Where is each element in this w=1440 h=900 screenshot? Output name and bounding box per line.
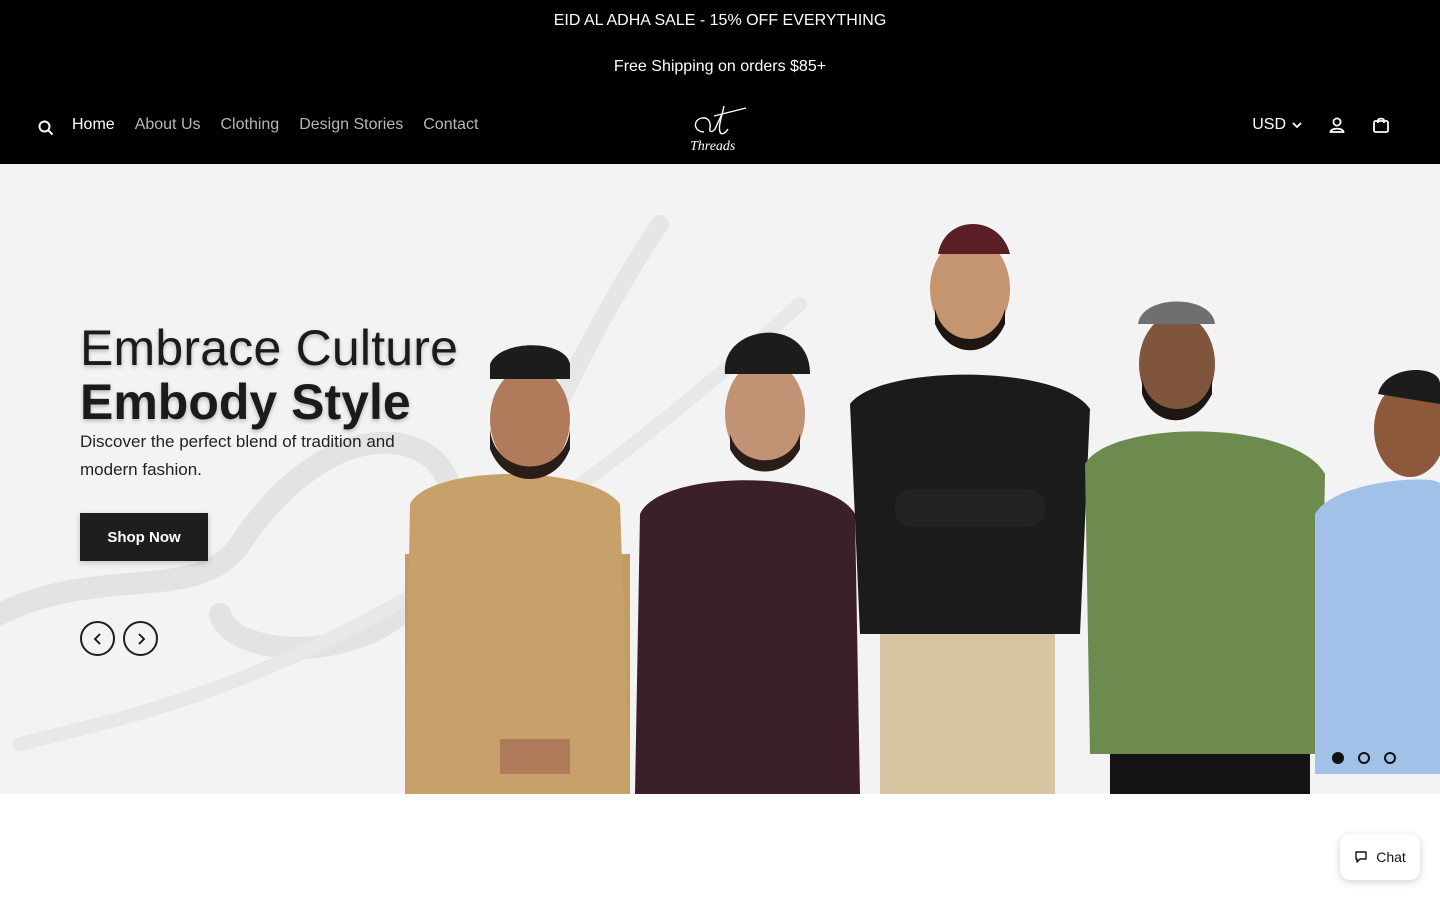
hero-title: Embrace Culture Embody Style bbox=[80, 321, 458, 429]
chat-label: Chat bbox=[1376, 849, 1406, 865]
chevron-right-icon bbox=[137, 632, 145, 645]
nav-contact[interactable]: Contact bbox=[423, 116, 478, 134]
hero-title-line1: Embrace Culture bbox=[80, 320, 459, 377]
announcement-bar: EID AL ADHA SALE - 15% OFF EVERYTHING Fr… bbox=[0, 0, 1440, 92]
shopping-bag-icon[interactable] bbox=[1372, 116, 1390, 134]
user-icon[interactable] bbox=[1328, 116, 1346, 134]
slide-pagination bbox=[1332, 752, 1396, 764]
slide-dot-2[interactable] bbox=[1358, 752, 1370, 764]
model-blue-kurta bbox=[1315, 370, 1440, 774]
hero-slideshow: Embrace Culture Embody Style Discover th… bbox=[0, 164, 1440, 794]
main-nav: Home About Us Clothing Design Stories Co… bbox=[72, 116, 478, 134]
hero-models-image bbox=[405, 224, 1440, 794]
slide-dot-3[interactable] bbox=[1384, 752, 1396, 764]
logo-wordmark: Threads bbox=[690, 139, 736, 154]
model-black-kurta bbox=[850, 224, 1090, 794]
chevron-down-icon bbox=[1292, 122, 1302, 129]
currency-label: USD bbox=[1252, 116, 1286, 133]
model-maroon-kurta bbox=[635, 332, 860, 794]
brand-logo[interactable]: Threads bbox=[684, 102, 756, 156]
chat-button[interactable]: Chat bbox=[1340, 834, 1420, 880]
chevron-left-icon bbox=[93, 632, 101, 645]
shop-now-button[interactable]: Shop Now bbox=[80, 513, 208, 561]
slide-next-button[interactable] bbox=[123, 621, 158, 656]
slide-dot-1[interactable] bbox=[1332, 752, 1344, 764]
header-actions: USD bbox=[1252, 116, 1390, 134]
site-header: Home About Us Clothing Design Stories Co… bbox=[0, 92, 1440, 164]
chat-bubble-icon bbox=[1355, 851, 1367, 863]
announcement-sale-text: EID AL ADHA SALE - 15% OFF EVERYTHING bbox=[553, 12, 887, 29]
nav-home[interactable]: Home bbox=[72, 116, 115, 134]
search-icon[interactable] bbox=[38, 120, 54, 136]
nav-about-us[interactable]: About Us bbox=[135, 116, 201, 134]
announcement-shipping-text: Free Shipping on orders $85+ bbox=[613, 58, 827, 75]
nav-clothing[interactable]: Clothing bbox=[221, 116, 280, 134]
model-green-kurta bbox=[1085, 301, 1325, 794]
nav-design-stories[interactable]: Design Stories bbox=[299, 116, 403, 134]
hero-title-line2: Embody Style bbox=[80, 374, 411, 431]
hero-subtitle: Discover the perfect blend of tradition … bbox=[80, 432, 395, 479]
currency-selector[interactable]: USD bbox=[1252, 116, 1302, 134]
slide-prev-button[interactable] bbox=[80, 621, 115, 656]
